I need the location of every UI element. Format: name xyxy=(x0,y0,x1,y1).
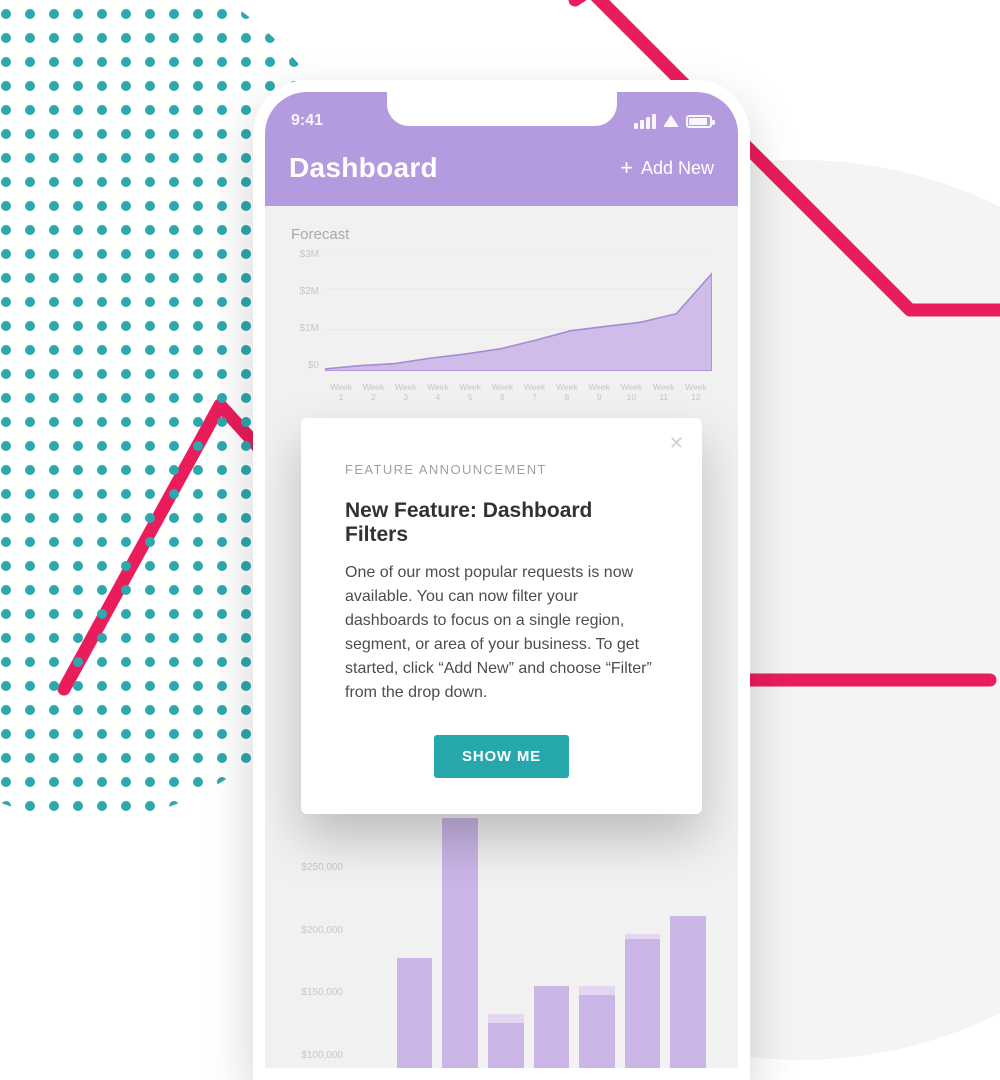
modal-body: One of our most popular requests is now … xyxy=(345,561,658,705)
phone-mockup: 9:41 Dashboard + Add New Forecast $3M $2… xyxy=(253,80,750,1080)
phone-notch xyxy=(387,90,617,126)
modal-title: New Feature: Dashboard Filters xyxy=(345,499,658,547)
feature-announcement-modal: ✕ FEATURE ANNOUNCEMENT New Feature: Dash… xyxy=(301,418,702,814)
show-me-button[interactable]: SHOW ME xyxy=(434,735,569,778)
close-icon[interactable]: ✕ xyxy=(669,434,684,452)
modal-eyebrow: FEATURE ANNOUNCEMENT xyxy=(345,462,658,477)
